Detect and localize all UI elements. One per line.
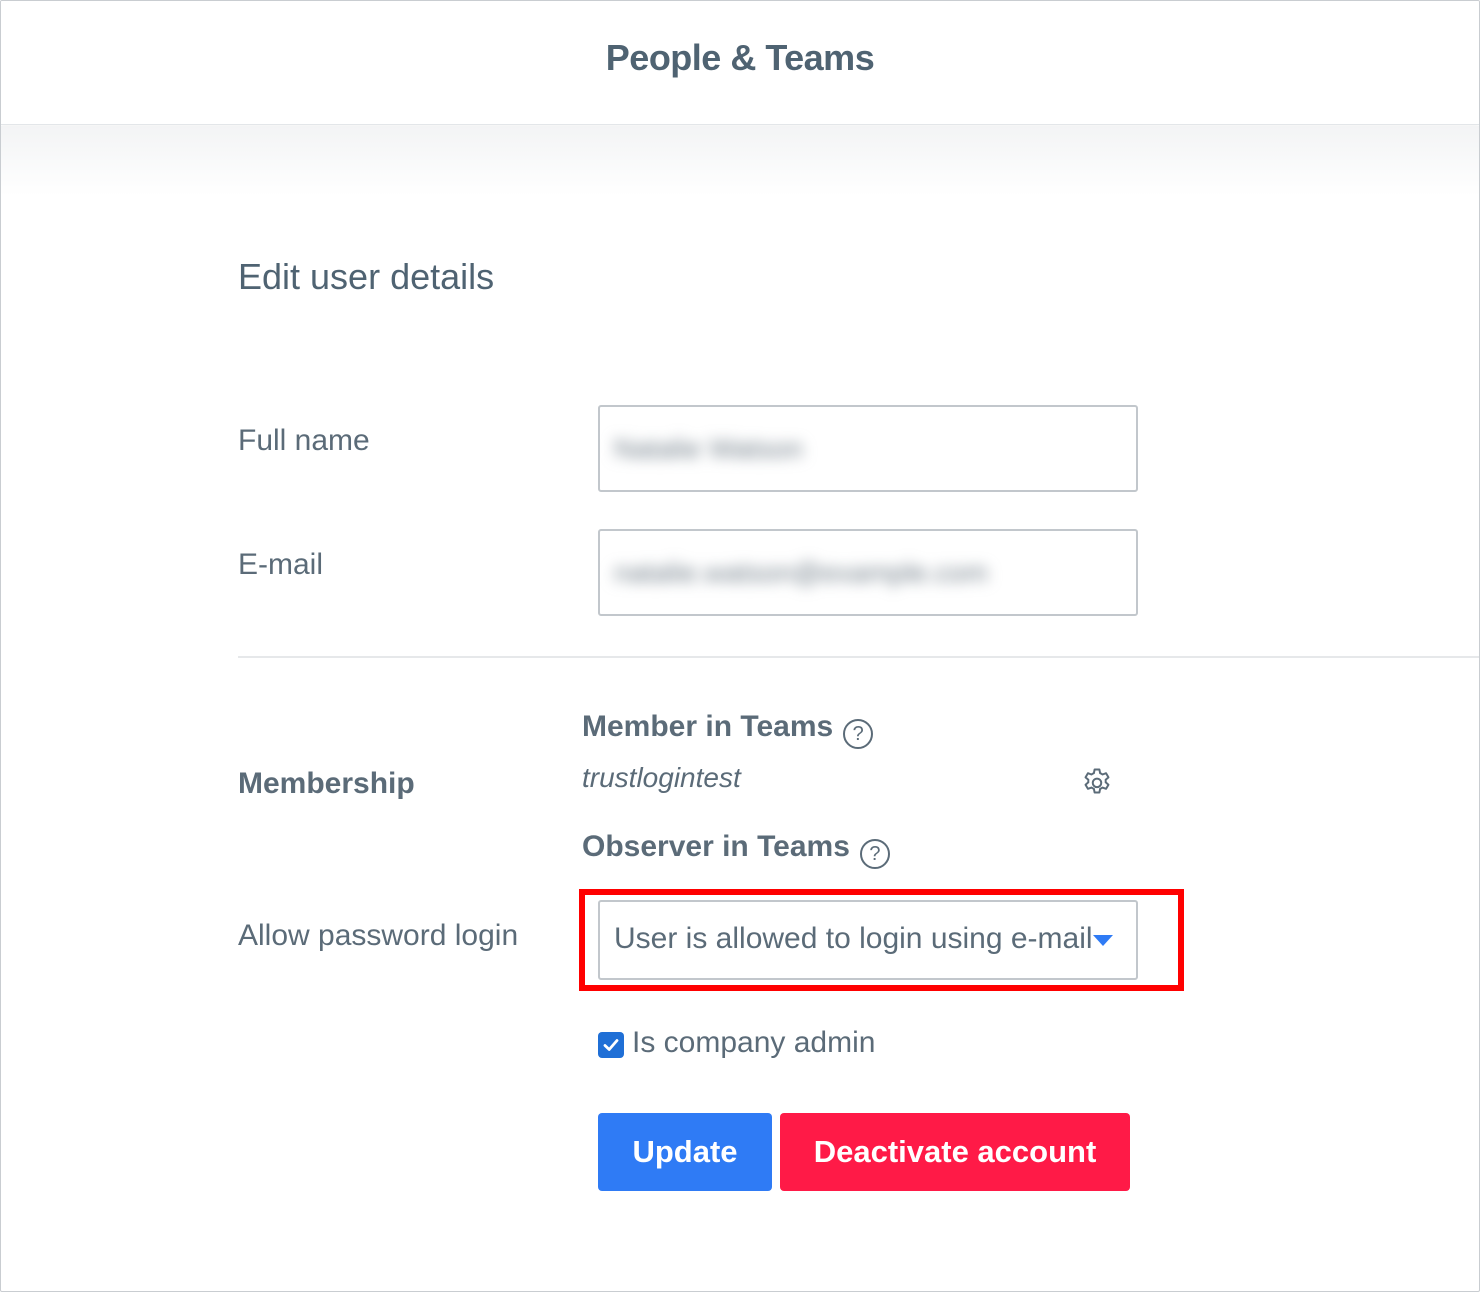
section-divider xyxy=(238,656,1479,658)
password-login-selected: User is allowed to login using e-mail xyxy=(614,922,1092,955)
help-icon[interactable]: ? xyxy=(843,719,874,749)
gear-icon[interactable] xyxy=(1080,766,1114,800)
full-name-value: Natalie Watson xyxy=(614,432,803,464)
membership-label: Membership xyxy=(238,767,415,800)
app-title: People & Teams xyxy=(605,36,875,78)
full-name-label: Full name xyxy=(238,424,370,457)
full-name-input[interactable]: Natalie Watson xyxy=(598,405,1138,492)
deactivate-account-button[interactable]: Deactivate account xyxy=(780,1113,1130,1191)
page-title: Edit user details xyxy=(238,256,495,297)
email-label: E-mail xyxy=(238,548,324,581)
company-admin-checkbox[interactable] xyxy=(598,1032,624,1058)
caret-down-icon xyxy=(1093,935,1113,946)
password-login-label: Allow password login xyxy=(238,919,519,952)
header-shadow xyxy=(1,126,1479,196)
observer-in-teams-heading: Observer in Teams ? xyxy=(582,825,890,869)
app-window: People & Teams Edit user details Full na… xyxy=(0,0,1480,1292)
member-in-teams-title: Member in Teams xyxy=(582,710,834,743)
email-value: natalie.watson@example.com xyxy=(614,556,988,588)
email-input[interactable]: natalie.watson@example.com xyxy=(598,529,1138,616)
top-bar: People & Teams xyxy=(1,1,1479,125)
help-icon[interactable]: ? xyxy=(859,839,890,869)
observer-in-teams-title: Observer in Teams xyxy=(582,830,850,863)
team-name: trustlogintest xyxy=(582,762,741,793)
password-login-select[interactable]: User is allowed to login using e-mail xyxy=(598,900,1138,980)
member-in-teams-heading: Member in Teams ? xyxy=(582,705,874,749)
check-icon xyxy=(603,1039,619,1051)
update-button[interactable]: Update xyxy=(598,1113,772,1191)
company-admin-label[interactable]: Is company admin xyxy=(632,1026,875,1060)
